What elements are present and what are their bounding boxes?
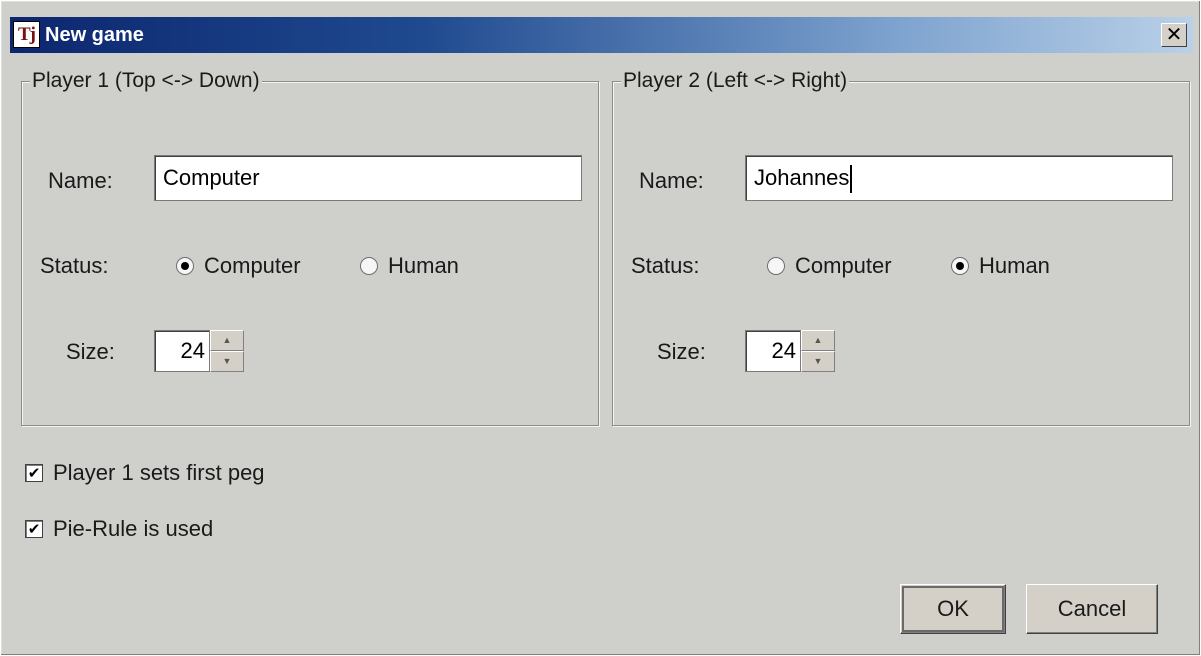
radio-label: Human	[388, 253, 459, 278]
player2-legend: Player 2 (Left <-> Right)	[621, 69, 850, 93]
player1-legend: Player 1 (Top <-> Down)	[30, 69, 262, 93]
player2-name-field[interactable]: Johannes	[745, 155, 1173, 201]
player2-group: Player 2 (Left <-> Right) Name: Johannes…	[612, 69, 1190, 426]
checkmark-icon: ✔	[25, 520, 43, 538]
radio-selected-icon	[176, 257, 194, 275]
new-game-dialog: Tj New game ✕ Player 1 (Top <-> Down) Na…	[0, 0, 1201, 656]
cancel-button[interactable]: Cancel	[1026, 584, 1158, 634]
first-peg-label: Player 1 sets first peg	[53, 460, 265, 485]
radio-label: Human	[979, 253, 1050, 278]
player2-status-computer-radio[interactable]: Computer	[767, 253, 892, 279]
pie-rule-checkbox[interactable]: ✔ Pie-Rule is used	[25, 515, 213, 543]
player1-group: Player 1 (Top <-> Down) Name: Computer S…	[21, 69, 599, 426]
spin-down-button[interactable]: ▼	[801, 351, 835, 372]
player1-name-field[interactable]: Computer	[154, 155, 582, 201]
first-peg-checkbox[interactable]: ✔ Player 1 sets first peg	[25, 459, 265, 487]
player2-status-human-radio[interactable]: Human	[951, 253, 1050, 279]
spin-up-button[interactable]: ▲	[210, 330, 244, 351]
player2-name-label: Name:	[639, 168, 704, 193]
player1-size-field[interactable]: 24	[154, 330, 210, 372]
radio-label: Computer	[795, 253, 892, 278]
checkmark-icon: ✔	[25, 464, 43, 482]
spin-up-button[interactable]: ▲	[801, 330, 835, 351]
spin-down-button[interactable]: ▼	[210, 351, 244, 372]
player2-size-label: Size:	[657, 339, 706, 364]
radio-unselected-icon	[767, 257, 785, 275]
ok-button[interactable]: OK	[900, 584, 1006, 634]
title-bar[interactable]: Tj New game ✕	[10, 17, 1193, 53]
player1-status-label: Status:	[40, 253, 109, 278]
player2-size-field[interactable]: 24	[745, 330, 801, 372]
radio-label: Computer	[204, 253, 301, 278]
player1-status-human-radio[interactable]: Human	[360, 253, 459, 279]
player1-status-computer-radio[interactable]: Computer	[176, 253, 301, 279]
player1-size-label: Size:	[66, 339, 115, 364]
player1-name-label: Name:	[48, 168, 113, 193]
close-icon: ✕	[1165, 22, 1183, 46]
app-icon: Tj	[13, 21, 40, 48]
radio-unselected-icon	[360, 257, 378, 275]
window-title: New game	[45, 24, 144, 46]
player1-size-spinner[interactable]: 24 ▲ ▼	[154, 330, 246, 372]
player2-size-spinner[interactable]: 24 ▲ ▼	[745, 330, 837, 372]
player2-status-label: Status:	[631, 253, 700, 278]
close-button[interactable]: ✕	[1161, 23, 1187, 47]
pie-rule-label: Pie-Rule is used	[53, 516, 214, 541]
radio-selected-icon	[951, 257, 969, 275]
player2-name-value: Johannes	[754, 165, 850, 190]
text-caret	[850, 165, 853, 194]
